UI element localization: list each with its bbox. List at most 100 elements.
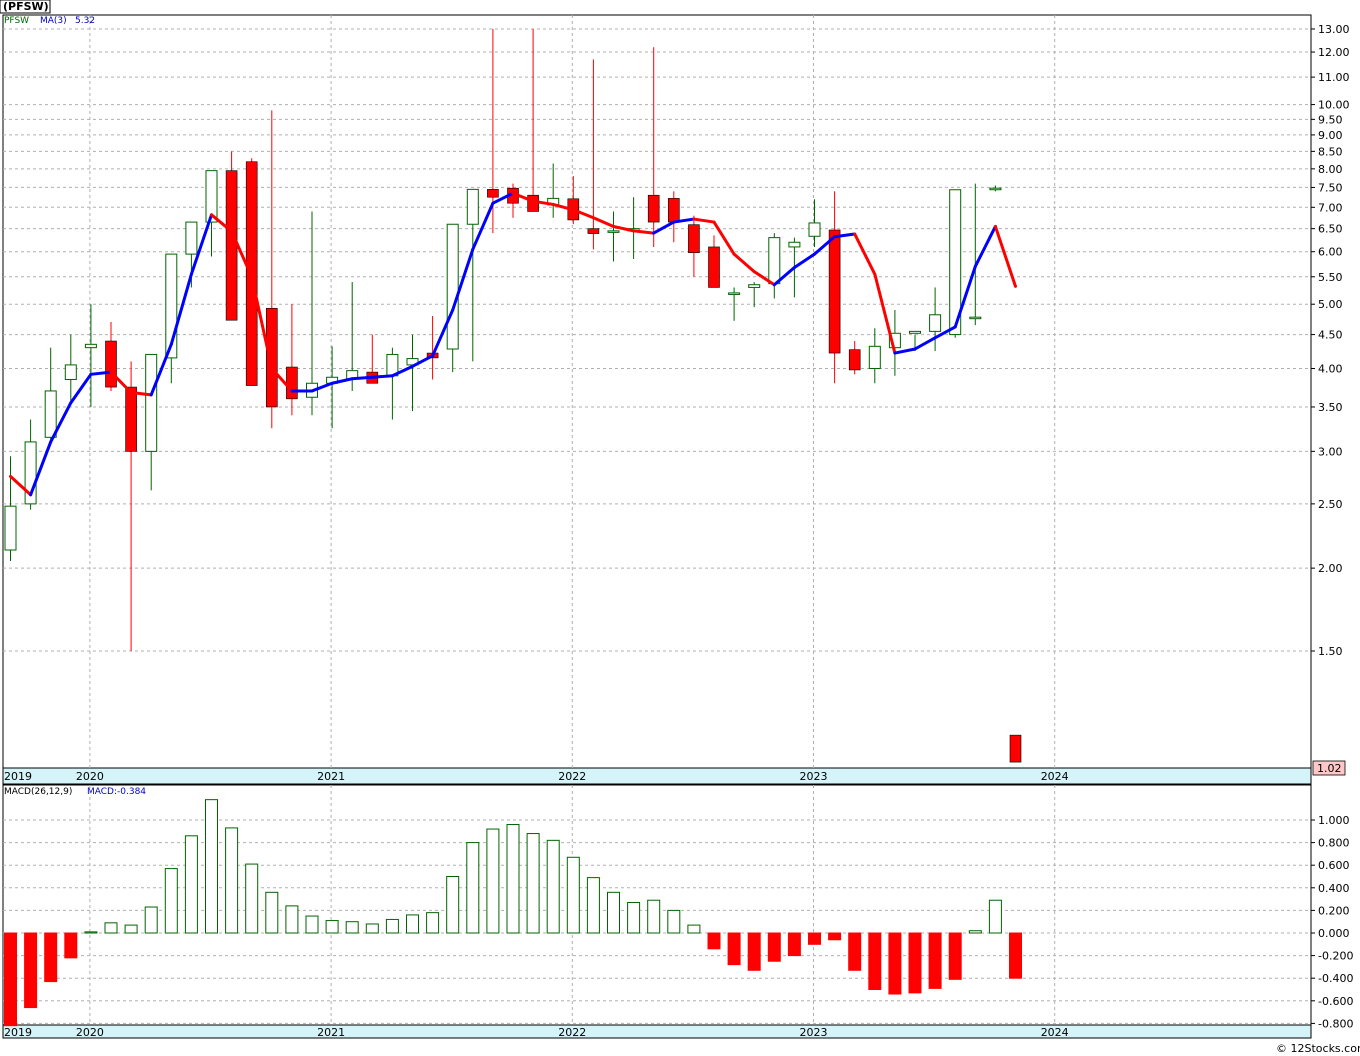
candle-body xyxy=(587,228,600,234)
macd-bar xyxy=(506,824,520,934)
macd-bar xyxy=(767,932,781,962)
price-panel: 2019 2020 2021 2022 2023 2024 13.00 12.00 11.00 1… xyxy=(2,14,1350,785)
macd-bar xyxy=(385,918,399,934)
candle-body xyxy=(848,349,861,371)
macd-panel: 2019 2020 2021 2022 2023 2024 1.000 0.800 0.600 0… xyxy=(2,784,1353,1039)
macd-bar xyxy=(747,932,761,971)
macd-bar xyxy=(345,921,359,934)
candle-body xyxy=(688,224,700,253)
price-y-tick-label: 2.50 xyxy=(1318,498,1343,511)
chart-root: (PFSW) 2019 2020 2021 2022 2023 2024 13.00 12.0… xyxy=(0,0,1360,1056)
macd-bar xyxy=(566,856,580,934)
macd-bar xyxy=(84,931,98,934)
macd-bar xyxy=(707,932,721,950)
price-y-tick-label: 3.50 xyxy=(1318,401,1343,414)
macd-bar xyxy=(104,922,118,934)
ma-line-segment xyxy=(350,375,374,381)
macd-x-tick-label: 2021 xyxy=(317,1026,345,1039)
candle-body xyxy=(788,241,801,248)
candle-body xyxy=(286,366,298,400)
candle-body xyxy=(125,386,137,452)
candle-body xyxy=(145,353,158,452)
price-y-tick-label: 9.00 xyxy=(1318,129,1343,142)
price-x-tick-label: 2019 xyxy=(4,770,32,783)
candle-body xyxy=(828,229,841,354)
macd-x-tick-label: 2022 xyxy=(558,1026,586,1039)
candle-body xyxy=(84,343,97,349)
macd-bar xyxy=(225,827,239,934)
ma-line-segment xyxy=(370,374,394,379)
macd-bar xyxy=(526,833,540,934)
macd-bar xyxy=(365,923,379,934)
price-y-tick-label: 4.00 xyxy=(1318,362,1343,375)
macd-bar xyxy=(848,932,862,971)
macd-bar xyxy=(325,920,339,934)
macd-legend-label: MACD(26,12,9) xyxy=(4,787,72,797)
macd-y-tick-label: 0.600 xyxy=(1318,859,1350,872)
macd-x-axis-band xyxy=(2,1024,1312,1039)
price-y-tick-label: 9.50 xyxy=(1318,113,1343,126)
macd-y-tick-label: 0.200 xyxy=(1318,904,1350,917)
candle-body xyxy=(728,292,741,295)
legend-ma-value: 5.32 xyxy=(75,16,95,26)
price-x-tick-label: 2024 xyxy=(1041,770,1069,783)
candle-body xyxy=(748,284,761,288)
candle-body xyxy=(225,170,238,321)
macd-bar xyxy=(164,868,178,934)
price-y-tick-label: 3.00 xyxy=(1318,445,1343,458)
macd-bar xyxy=(486,828,500,934)
macd-bar xyxy=(144,906,158,934)
macd-bar xyxy=(868,932,882,990)
candle-body xyxy=(64,364,77,380)
macd-bar xyxy=(727,932,741,966)
candle-body xyxy=(446,223,459,350)
macd-bar xyxy=(667,909,681,934)
macd-bar xyxy=(1009,932,1022,979)
candle-body xyxy=(466,188,479,225)
candle-body xyxy=(868,345,881,369)
price-plot-area xyxy=(2,14,1312,769)
candle-body xyxy=(989,187,1002,191)
price-y-tick-label: 6.50 xyxy=(1318,223,1343,236)
macd-bar xyxy=(968,930,982,934)
macd-y-tick-label: 0.400 xyxy=(1318,882,1350,895)
candle-body xyxy=(105,340,117,388)
macd-y-tick-label: -0.600 xyxy=(1318,995,1353,1008)
macd-bar xyxy=(908,932,922,994)
macd-y-tick-label: -0.200 xyxy=(1318,950,1353,963)
candle-body xyxy=(185,221,198,255)
price-y-tick-label: 6.00 xyxy=(1318,246,1343,259)
macd-bar xyxy=(888,932,902,995)
macd-bar xyxy=(24,932,38,1009)
candle-body xyxy=(708,246,720,288)
price-y-tick-label: 5.50 xyxy=(1318,271,1343,284)
macd-bar xyxy=(205,799,218,934)
price-y-tick-label: 4.50 xyxy=(1318,329,1343,342)
macd-bar xyxy=(305,915,319,934)
macd-bar xyxy=(808,932,821,945)
macd-bar xyxy=(285,905,299,934)
macd-x-tick-label: 2019 xyxy=(4,1026,32,1039)
price-x-tick-label: 2023 xyxy=(799,770,827,783)
candle-body xyxy=(667,198,680,223)
macd-bar xyxy=(687,924,701,934)
candle-body xyxy=(969,316,982,320)
candle-body xyxy=(768,237,781,285)
candle-body xyxy=(487,189,499,198)
macd-bar xyxy=(426,912,440,934)
candle-body xyxy=(4,505,17,551)
macd-y-tick-label: 0.800 xyxy=(1318,837,1350,850)
macd-bar xyxy=(928,932,942,989)
candle-body xyxy=(647,194,660,223)
macd-bar xyxy=(4,932,17,1027)
price-x-tick-label: 2021 xyxy=(317,770,345,783)
macd-x-tick-label: 2023 xyxy=(799,1026,827,1039)
price-y-tick-label: 8.00 xyxy=(1318,163,1343,176)
legend-symbol: PFSW xyxy=(4,16,29,26)
candle-body xyxy=(909,330,921,334)
macd-bar xyxy=(446,876,460,934)
price-y-tick-label: 12.00 xyxy=(1318,46,1350,59)
macd-bar xyxy=(44,932,58,983)
macd-bar xyxy=(245,863,259,934)
price-y-tick-label: 8.50 xyxy=(1318,145,1343,158)
